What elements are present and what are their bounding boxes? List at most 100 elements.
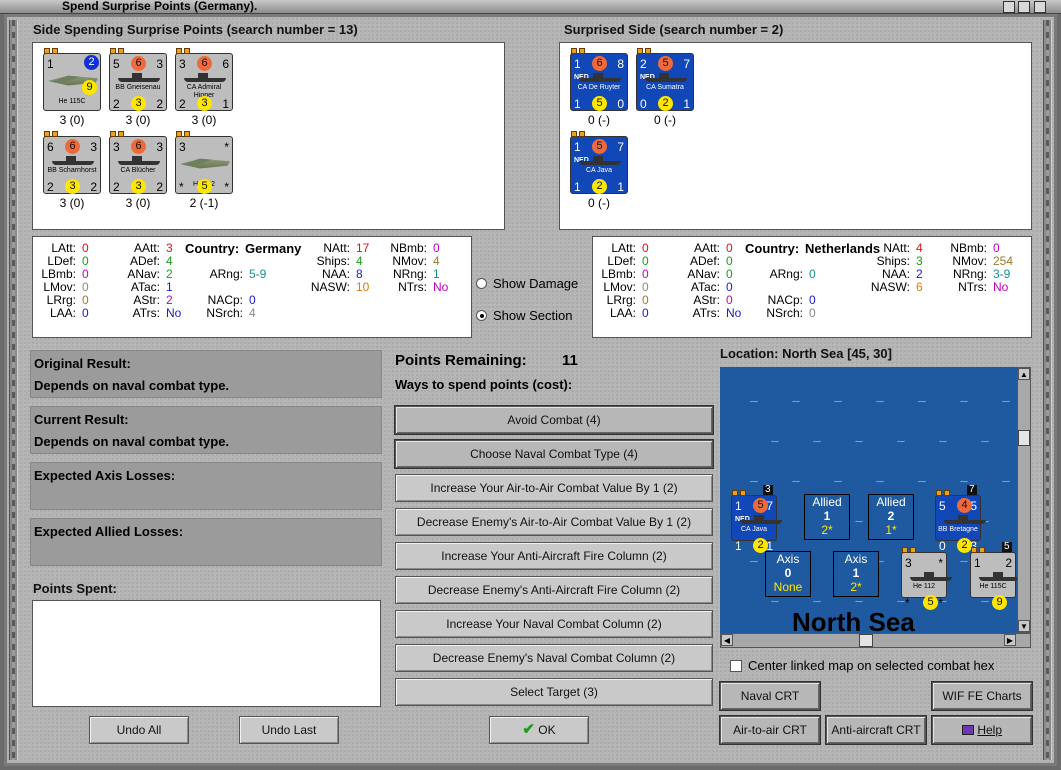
- scroll-up-arrow-icon[interactable]: ▲: [1018, 368, 1030, 380]
- unit-stat-top-right: 3: [156, 140, 163, 154]
- undo-last-button[interactable]: Undo Last: [239, 716, 339, 744]
- show-damage-radio[interactable]: [476, 278, 487, 289]
- allied-combat-box[interactable]: Allied 1 2*: [804, 494, 850, 540]
- country-label: Country:: [185, 241, 240, 256]
- stat-value: No: [433, 280, 449, 294]
- air-to-air-crt-button[interactable]: Air-to-air CRT: [719, 715, 821, 745]
- unit-stat-bottom-right: 1: [222, 97, 229, 111]
- unit-flag-icon: [645, 48, 651, 54]
- axis-combat-box[interactable]: Axis 0 None: [765, 551, 811, 597]
- center-linked-map-checkbox[interactable]: [730, 660, 742, 672]
- stat-value: 10: [356, 280, 370, 294]
- unit-stat-top-right: 2: [1005, 556, 1012, 570]
- unit-stat-bottom-right: 1: [617, 180, 624, 194]
- sea-wave-icon: ⁓: [813, 597, 821, 606]
- unit-stat-bottom: 3: [65, 179, 80, 194]
- spend-option-button[interactable]: Select Target (3): [395, 678, 713, 706]
- unit-stat-bottom: 3: [197, 96, 212, 111]
- unit-stat-top-right: 3: [90, 140, 97, 154]
- show-section-radio[interactable]: [476, 310, 487, 321]
- stat-value: No: [166, 306, 182, 320]
- combat-box-sub: 1*: [885, 523, 897, 537]
- spending-side-stats: LAtt: 0 AAtt: 3 NAtt: 17 NBmb: 0 LDef: 0 ADef: 4 Shi…: [32, 236, 472, 338]
- unit-caption: 3 (0): [59, 196, 85, 210]
- unit-counter[interactable]: 186NEDCA De Ruyter150: [570, 48, 628, 111]
- sea-wave-icon: ⁓: [813, 437, 821, 446]
- unit-counter[interactable]: 1 2 He 115C 9: [43, 48, 101, 111]
- show-section-label[interactable]: Show Section: [493, 308, 573, 323]
- spend-option-button[interactable]: Increase Your Air-to-Air Combat Value By…: [395, 474, 713, 502]
- unit-counter[interactable]: 5 3 6 BB Gneisenau 2 3 2: [109, 48, 167, 111]
- spend-option-button[interactable]: Avoid Combat (4): [394, 405, 714, 435]
- stat-label: NTrs:: [958, 280, 987, 294]
- unit-flag-icon: [579, 48, 585, 54]
- unit-flag-icon: [52, 48, 58, 54]
- allied-combat-box[interactable]: Allied 2 1*: [868, 494, 914, 540]
- close-button[interactable]: [1034, 1, 1046, 13]
- country-label: Country:: [745, 241, 800, 256]
- unit-counter[interactable]: 275NEDCA Sumatra021: [636, 48, 694, 111]
- stat-value: No: [726, 306, 742, 320]
- unit-stat-top-left: 3: [179, 57, 186, 71]
- sea-wave-icon: ⁓: [981, 437, 989, 446]
- map-vertical-scrollbar[interactable]: ▲ ▼: [1017, 367, 1031, 633]
- original-result-box: Original Result: Depends on naval combat…: [30, 350, 382, 398]
- vertical-scroll-thumb[interactable]: [1018, 430, 1030, 446]
- ok-button[interactable]: ✔ OK: [489, 716, 589, 744]
- spend-option-button[interactable]: Decrease Enemy's Air-to-Air Combat Value…: [395, 508, 713, 536]
- show-damage-label[interactable]: Show Damage: [493, 276, 578, 291]
- help-book-icon: [961, 725, 974, 735]
- warship-icon: [52, 156, 94, 165]
- spend-option-button[interactable]: Increase Your Naval Combat Column (2): [395, 610, 713, 638]
- horizontal-scroll-thumb[interactable]: [859, 634, 873, 647]
- wif-fe-charts-button[interactable]: WIF FE Charts: [931, 681, 1033, 711]
- combat-map[interactable]: ⁓⁓⁓⁓⁓⁓⁓⁓⁓⁓⁓⁓⁓⁓⁓⁓⁓⁓⁓⁓⁓⁓⁓⁓⁓⁓⁓⁓⁓⁓⁓⁓⁓⁓⁓⁓⁓⁓⁓⁓…: [720, 367, 1018, 633]
- stat-label: ARng:: [209, 267, 243, 281]
- unit-counter[interactable]: 175NEDCA Java121: [570, 131, 628, 194]
- unit-counter[interactable]: 5 5 4 BB Bretagne 0 2 3: [935, 490, 986, 553]
- unit-flag-icon: [936, 490, 942, 496]
- minimize-button[interactable]: [1003, 1, 1015, 13]
- unit-counter[interactable]: 1 2 He 115C 9: [970, 547, 1018, 610]
- combat-box-sub: 2*: [821, 523, 833, 537]
- axis-combat-box[interactable]: Axis 1 2*: [833, 551, 879, 597]
- spend-option-button[interactable]: Decrease Enemy's Anti-Aircraft Fire Colu…: [395, 576, 713, 604]
- unit-stat-top: 6: [197, 56, 212, 71]
- sea-wave-icon: ⁓: [981, 597, 989, 606]
- surprised-side-header: Surprised Side (search number = 2): [564, 22, 784, 37]
- spend-option-button[interactable]: Increase Your Anti-Aircraft Fire Column …: [395, 542, 713, 570]
- unit-counter[interactable]: 3*He 112*5*: [175, 131, 233, 194]
- anti-aircraft-crt-button[interactable]: Anti-aircraft CRT: [825, 715, 927, 745]
- unit-stat-bottom-left: 2: [113, 180, 120, 194]
- checkmark-icon: ✔: [522, 721, 535, 738]
- unit-stat-top: 6: [131, 139, 146, 154]
- scroll-down-arrow-icon[interactable]: ▼: [1018, 620, 1030, 632]
- maximize-button[interactable]: [1018, 1, 1030, 13]
- points-remaining-label: Points Remaining:: [395, 352, 527, 369]
- center-linked-map-label[interactable]: Center linked map on selected combat hex: [748, 658, 994, 673]
- stat-label: NSrch:: [206, 306, 243, 320]
- help-button[interactable]: Help: [931, 715, 1033, 745]
- scroll-right-arrow-icon[interactable]: ▶: [1004, 634, 1016, 646]
- unit-counter[interactable]: 175NEDCA Java121: [731, 490, 782, 553]
- unit-stat-top-left: 2: [640, 57, 647, 71]
- unit-stat-top: 6: [65, 139, 80, 154]
- unit-counter[interactable]: 3*He 112*5*: [901, 547, 952, 610]
- unit-name: BB Bretagne: [938, 526, 978, 533]
- stat-label: NASW:: [870, 280, 910, 294]
- map-horizontal-scrollbar[interactable]: ◀ ▶: [720, 633, 1031, 648]
- scroll-left-arrow-icon[interactable]: ◀: [721, 634, 733, 646]
- unit-stat-bottom-right: 1: [766, 539, 773, 553]
- unit-stat-top-left: 1: [735, 499, 742, 513]
- unit-counter[interactable]: 366CA Admiral Hipper231: [175, 48, 233, 111]
- unit-stat-bottom-left: 2: [47, 180, 54, 194]
- unit-counter[interactable]: 3 3 6 CA Blücher 2 3 2: [109, 131, 167, 194]
- naval-crt-button[interactable]: Naval CRT: [719, 681, 821, 711]
- unit-counter[interactable]: 6 3 6 BB Scharnhorst 2 3 2: [43, 131, 101, 194]
- spend-option-button[interactable]: Decrease Enemy's Naval Combat Column (2): [395, 644, 713, 672]
- undo-all-button[interactable]: Undo All: [89, 716, 189, 744]
- unit-stat-top-left: 6: [47, 140, 54, 154]
- original-result-value: Depends on naval combat type.: [34, 378, 230, 393]
- spend-option-button[interactable]: Choose Naval Combat Type (4): [394, 439, 714, 469]
- unit-stat-top-right: 3: [156, 57, 163, 71]
